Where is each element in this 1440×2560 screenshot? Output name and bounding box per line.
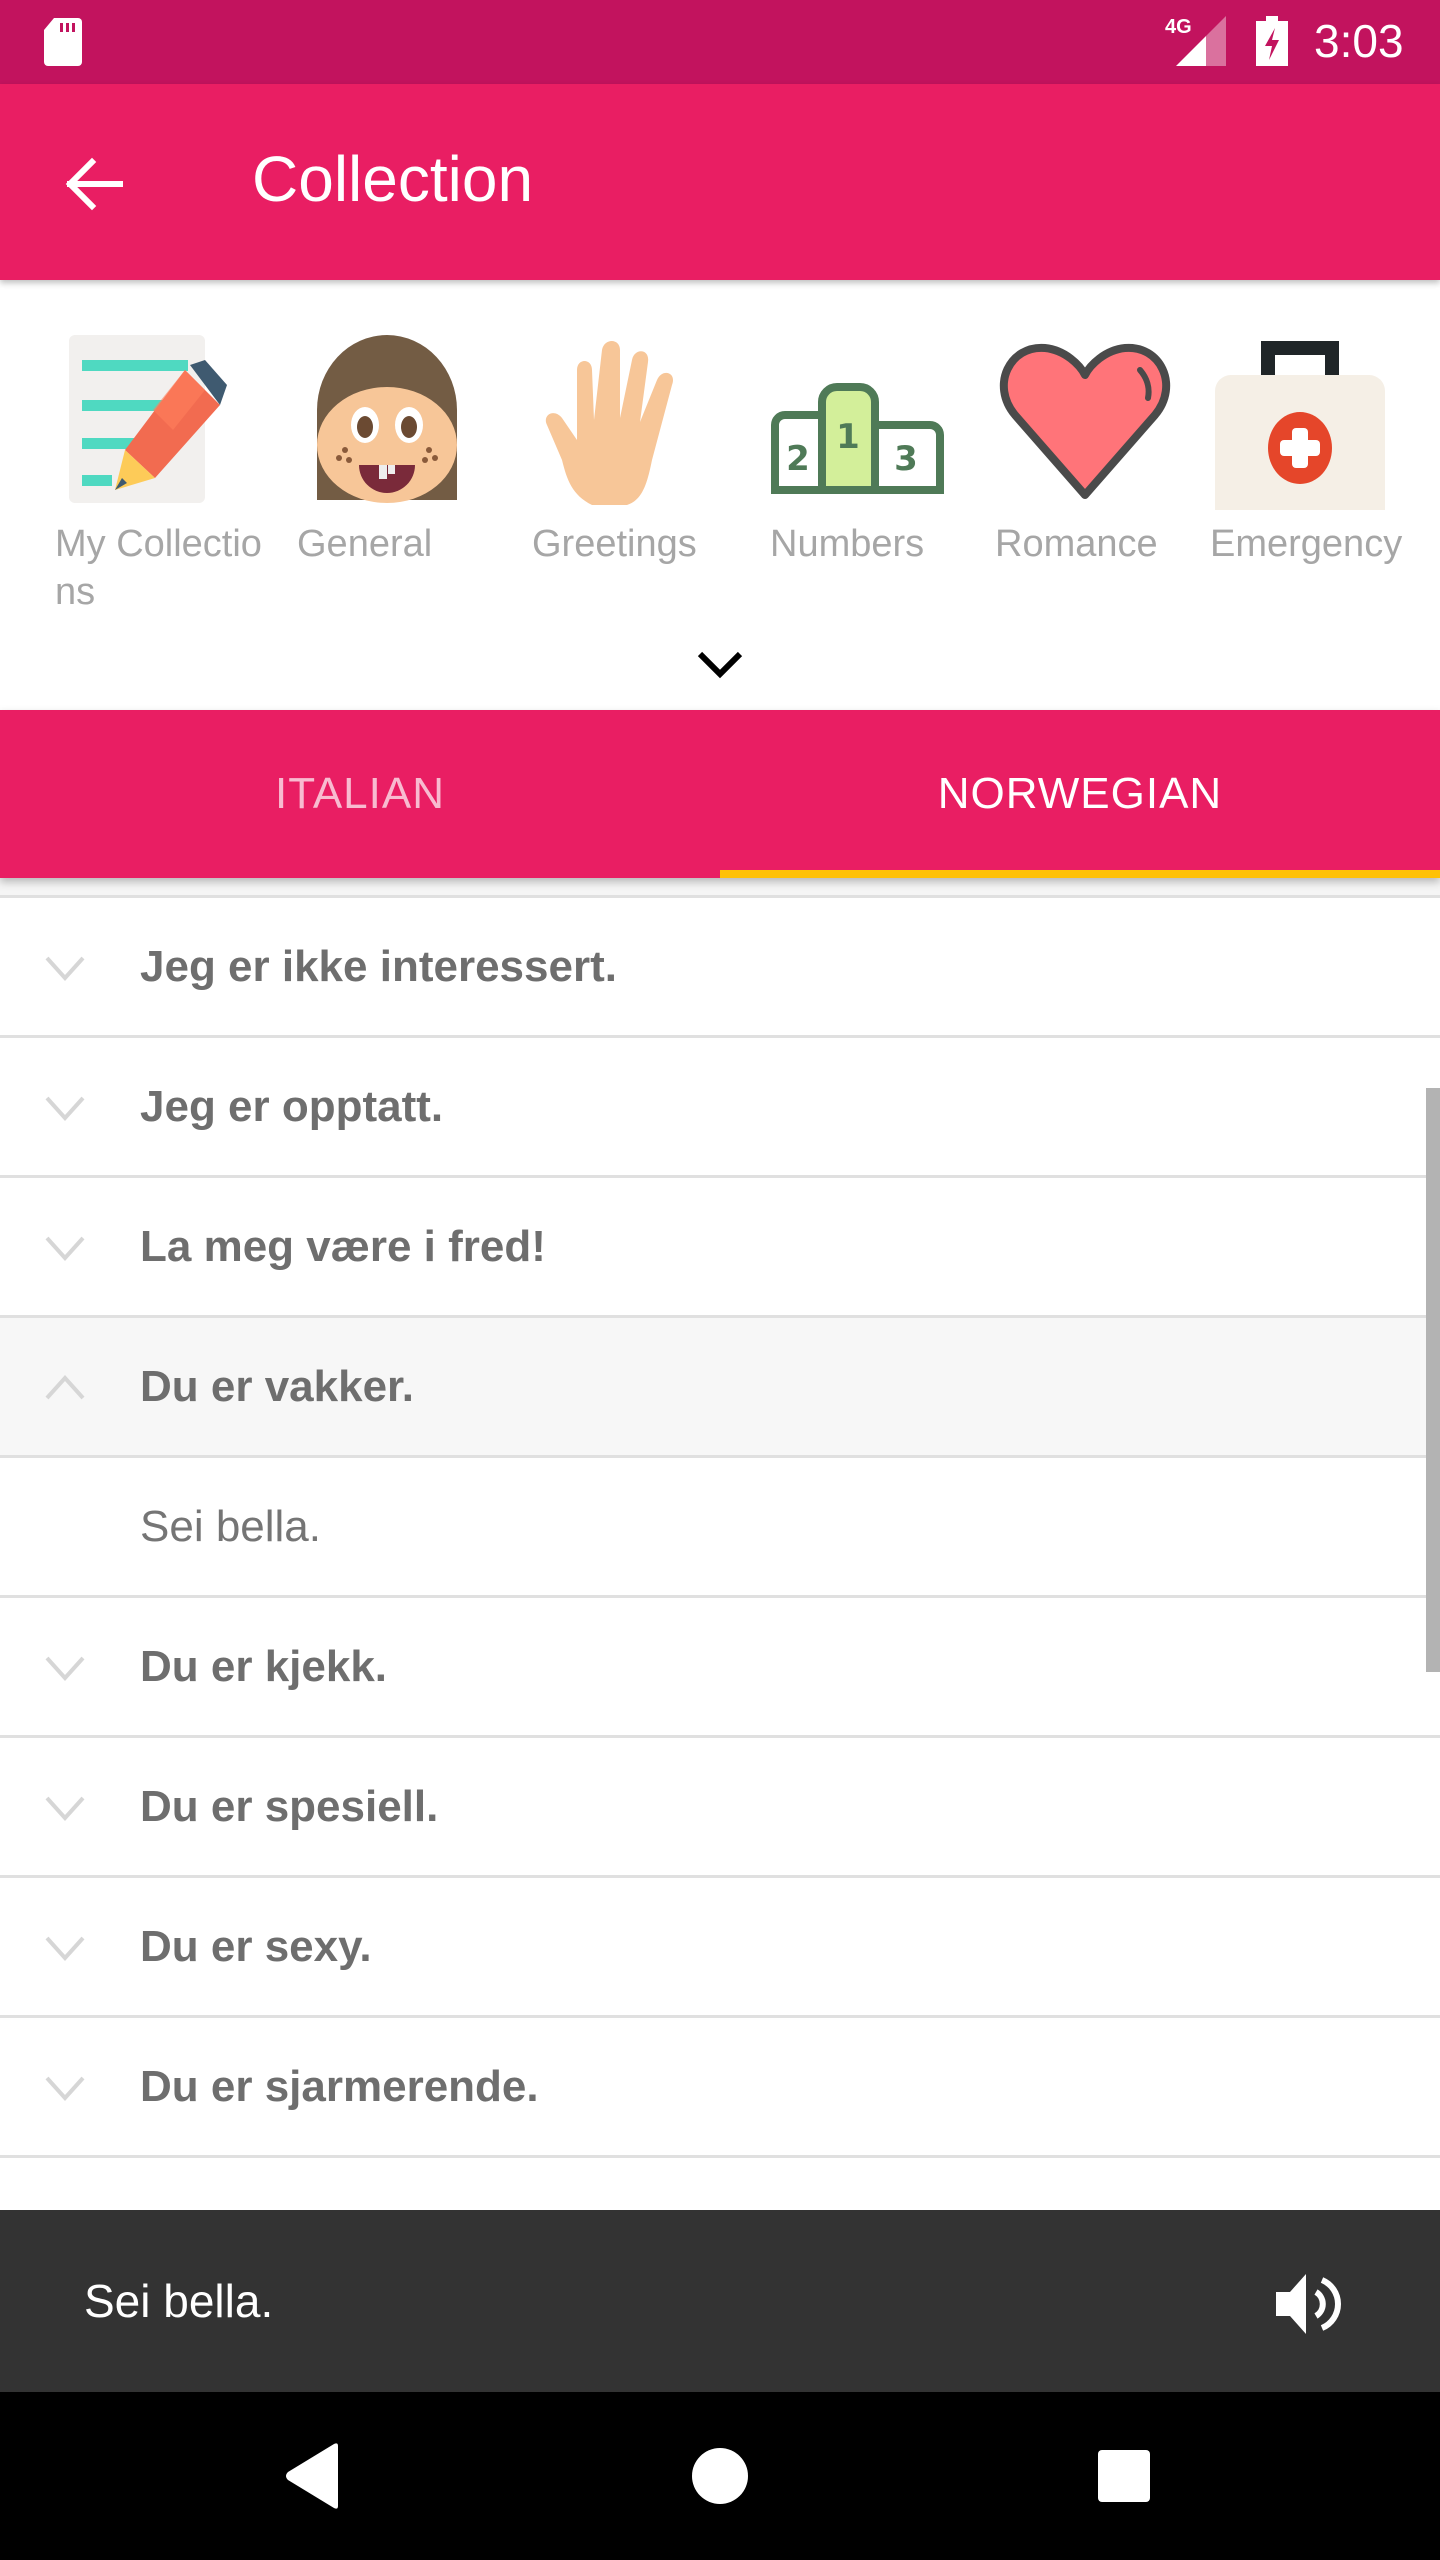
first-aid-kit-icon [1215,341,1385,510]
phrase-text: Jeg er ikke interessert. [140,941,617,991]
category-numbers[interactable]: 2 1 3 Numbers [770,330,990,568]
translation-text: Sei bella. [140,1501,322,1551]
phrase-row[interactable]: Du er sjarmerende. [0,2018,1440,2158]
sd-card-icon [44,18,82,66]
hand-wave-icon [545,341,674,505]
status-bar: 4G 3:03 [0,0,1440,84]
category-label: Numbers [770,523,925,565]
phrase-row[interactable]: Jeg er ikke interessert. [0,898,1440,1038]
audio-player-bar: Sei bella. [0,2210,1440,2392]
signal-icon [1176,16,1226,66]
phrase-text: Du er spesiell. [140,1781,439,1831]
phrase-text: Du er sexy. [140,1921,372,1971]
nav-back-icon[interactable] [276,2436,356,2516]
player-text: Sei bella. [84,2275,274,2327]
clock: 3:03 [1314,15,1404,67]
category-label: Romance [995,523,1158,565]
app-bar: Collection [0,84,1440,280]
chevron-up-icon [45,1375,85,1400]
phrase-row-expanded[interactable]: Du er vakker. [0,1318,1440,1458]
tab-indicator [720,870,1440,878]
face-icon [317,335,457,503]
page-title: Collection [252,143,534,215]
category-greetings[interactable]: Greetings [532,330,752,568]
phrase-row[interactable]: Du er kjekk. [0,1598,1440,1738]
category-romance[interactable]: Romance [995,330,1215,568]
phrase-row[interactable]: La meg være i fred! [0,1178,1440,1318]
podium-icon: 2 1 3 [771,383,944,494]
category-emergency[interactable]: Emergency [1210,330,1430,568]
chevron-down-icon [45,1236,85,1261]
category-label: Greetings [532,523,697,565]
chevron-down-icon [45,956,85,981]
phrase-row[interactable]: Du er spesiell. [0,1738,1440,1878]
category-picker: My Collections General Greetings 2 1 3 N… [0,280,1440,710]
nav-home-icon[interactable] [680,2436,760,2516]
speaker-icon[interactable] [1270,2264,1350,2344]
category-general[interactable]: General [297,330,517,568]
list-divider [0,878,1440,898]
heart-icon [999,343,1171,499]
phrase-text: La meg være i fred! [140,1221,546,1271]
phrase-list: Jeg er ikke interessert. Jeg er opptatt.… [0,878,1440,2210]
chevron-down-icon [45,1656,85,1681]
svg-text:2: 2 [786,439,810,479]
svg-text:3: 3 [894,439,918,479]
battery-charging-icon [1256,16,1288,66]
phrase-row[interactable]: Jeg er opptatt. [0,1038,1440,1178]
phrase-text: Du er kjekk. [140,1641,388,1691]
phrase-row[interactable]: Du er sexy. [0,1878,1440,2018]
tab-norwegian[interactable]: NORWEGIAN [720,710,1440,878]
phrase-text: Du er vakker. [140,1361,414,1411]
svg-text:1: 1 [836,417,860,457]
chevron-down-icon [45,1796,85,1821]
category-label: General [297,523,433,565]
phrase-text: Jeg er opptatt. [140,1081,444,1131]
category-label: My Collections [55,523,262,613]
list-scrollbar[interactable] [1426,1088,1440,1672]
chevron-down-icon[interactable] [696,650,744,680]
tab-italian[interactable]: ITALIAN [0,710,720,878]
notepad-pencil-icon [69,335,227,503]
phrase-text: Du er sjarmerende. [140,2061,539,2111]
chevron-down-icon [45,1096,85,1121]
language-tabs: ITALIAN NORWEGIAN [0,710,1440,878]
chevron-down-icon [45,1936,85,1961]
category-my-collections[interactable]: My Collections [55,330,275,616]
category-label: Emergency [1210,523,1403,565]
system-nav-bar [0,2392,1440,2560]
chevron-down-icon [45,2076,85,2101]
nav-recents-icon[interactable] [1084,2436,1164,2516]
arrow-back-icon[interactable] [56,146,132,222]
phrase-translation[interactable]: Sei bella. [0,1458,1440,1598]
